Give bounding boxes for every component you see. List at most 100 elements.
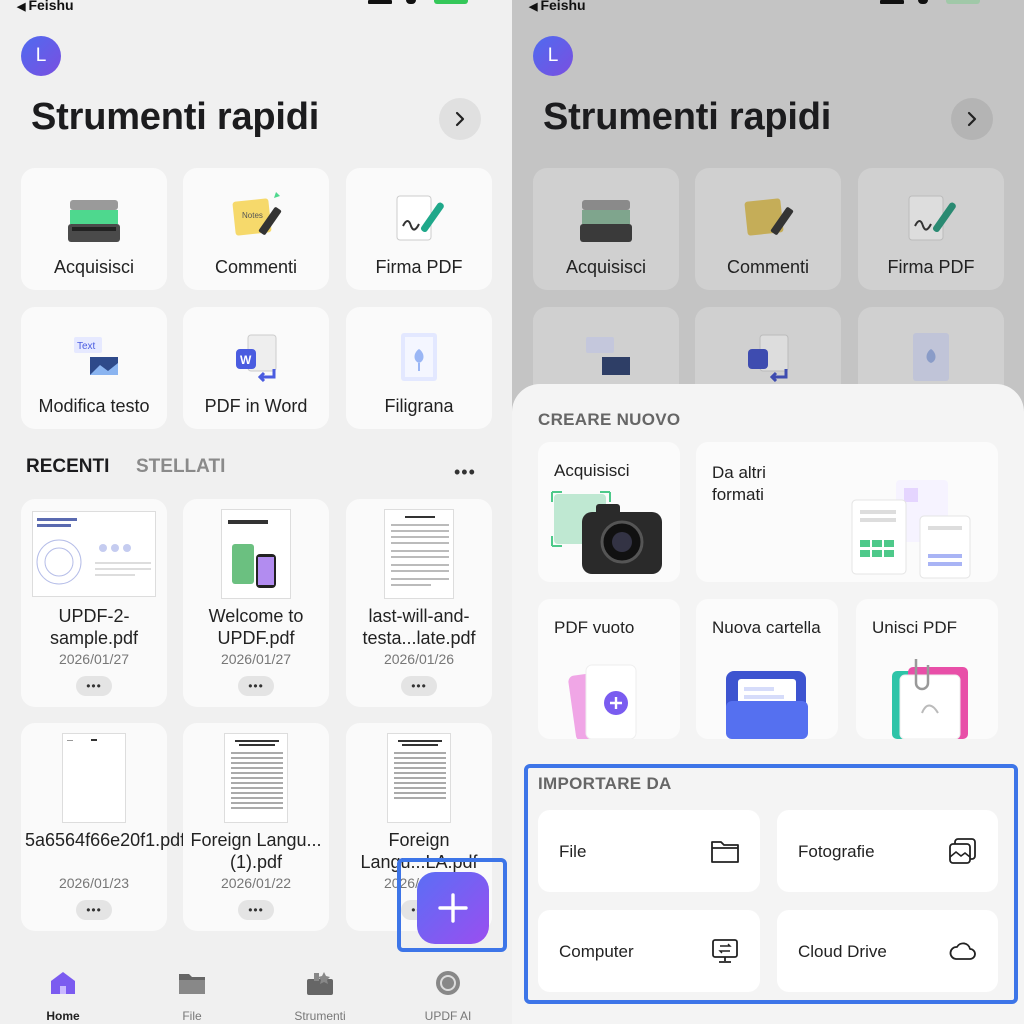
tool-comments[interactable]: Commenti	[695, 168, 841, 290]
back-arrow-icon: ◀	[529, 1, 538, 13]
page-title: Strumenti rapidi	[31, 96, 320, 138]
nav-file[interactable]: File	[142, 970, 242, 1023]
create-scan-card[interactable]: Acquisisci	[538, 442, 680, 582]
file-date: 2026/01/26	[383, 651, 455, 667]
file-card[interactable]: Welcome to UPDF.pdf 2026/01/27 •••	[183, 499, 329, 707]
watermark-icon	[913, 333, 949, 381]
file-card[interactable]: Foreign Langu...(1).pdf 2026/01/22 •••	[183, 723, 329, 931]
create-item-label: Nuova cartella	[712, 618, 821, 637]
document-preview-icon	[391, 516, 449, 586]
file-card[interactable]: UPDF-2-sample.pdf 2026/01/27 •••	[21, 499, 167, 707]
back-app-label: Feishu	[540, 0, 586, 13]
document-preview-icon	[36, 518, 151, 585]
file-card[interactable]: last-will-and-testa...late.pdf 2026/01/2…	[346, 499, 492, 707]
file-menu-button[interactable]: •••	[401, 676, 437, 696]
document-preview-icon	[67, 739, 97, 741]
word-icon	[748, 334, 789, 383]
create-blank-pdf-card[interactable]: PDF vuoto	[538, 599, 680, 739]
create-item-label: Acquisisci	[554, 461, 630, 480]
tool-watermark[interactable]: Filigrana	[346, 307, 492, 429]
scanner-icon	[68, 200, 120, 242]
battery-icon	[434, 0, 468, 4]
back-to-app-link[interactable]: ◀ Feishu	[529, 0, 586, 13]
file-menu-button[interactable]: •••	[238, 676, 274, 696]
wifi-icon	[406, 0, 416, 4]
create-section-title: CREARE NUOVO	[538, 410, 681, 429]
more-options-button[interactable]: •••	[454, 462, 476, 483]
avatar[interactable]: L	[533, 36, 573, 76]
documents-icon	[851, 480, 971, 579]
tool-label: Commenti	[726, 257, 810, 277]
nav-ai[interactable]: UPDF AI	[398, 970, 498, 1023]
signature-icon	[396, 195, 444, 241]
more-tools-button[interactable]	[951, 98, 993, 140]
file-date: 2026/01/27	[58, 651, 130, 667]
nav-label: Home	[46, 1009, 80, 1023]
tool-sign[interactable]: Firma PDF	[858, 168, 1004, 290]
file-thumbnail	[221, 509, 291, 599]
svg-text:Text: Text	[77, 341, 96, 352]
wifi-icon	[918, 0, 928, 4]
tab-starred[interactable]: STELLATI	[136, 456, 225, 478]
file-menu-button[interactable]: •••	[76, 676, 112, 696]
tool-edit-text[interactable]: Text Modifica testo	[21, 307, 167, 429]
signature-icon	[908, 195, 956, 241]
svg-text:W: W	[240, 353, 252, 367]
file-date: 2026/01/23	[58, 875, 130, 891]
tool-label: Acquisisci	[565, 257, 647, 277]
notes-icon	[744, 198, 794, 236]
new-folder-icon	[726, 671, 808, 739]
word-icon: W	[236, 334, 277, 383]
tab-recent[interactable]: RECENTI	[26, 456, 109, 478]
more-tools-button[interactable]	[439, 98, 481, 140]
notes-icon: Notes	[232, 192, 282, 236]
nav-label: Strumenti	[294, 1009, 346, 1023]
tool-label: PDF in Word	[204, 396, 308, 416]
create-item-label: Unisci PDF	[872, 618, 958, 637]
status-bar: ◀ Feishu	[512, 0, 1024, 14]
create-new-folder-card[interactable]: Nuova cartella	[696, 599, 838, 739]
file-menu-button[interactable]: •••	[76, 900, 112, 920]
nav-tools[interactable]: Strumenti	[270, 970, 370, 1023]
create-from-formats-card[interactable]: Da altri formati	[696, 442, 998, 582]
tool-label: Modifica testo	[38, 396, 150, 416]
create-item-label: Da altri formati	[712, 463, 766, 504]
svg-text:Notes: Notes	[242, 211, 263, 220]
edit-text-icon: Text	[74, 337, 118, 375]
tool-sign[interactable]: Firma PDF	[346, 168, 492, 290]
create-bottom-sheet: CREARE NUOVO Acquisisci Da altri formati	[512, 384, 1024, 1024]
back-app-label: Feishu	[28, 0, 74, 13]
document-preview-icon	[228, 520, 276, 588]
nav-label: UPDF AI	[424, 1009, 472, 1023]
back-arrow-icon: ◀	[17, 1, 26, 13]
back-to-app-link[interactable]: ◀ Feishu	[17, 0, 74, 13]
home-screen: ◀ Feishu L Strumenti rapidi Acquisisci No…	[0, 0, 512, 1024]
file-date: 2026/01/27	[220, 651, 292, 667]
tool-pdf-to-word[interactable]: W PDF in Word	[183, 307, 329, 429]
file-card[interactable]: 5a6564f66e20f1.pdf 2026/01/23 •••	[21, 723, 185, 931]
tool-comments[interactable]: Notes Commenti	[183, 168, 329, 290]
home-icon	[51, 972, 75, 994]
avatar[interactable]: L	[21, 36, 61, 76]
nav-home[interactable]: Home	[13, 970, 113, 1023]
document-preview-icon	[231, 740, 283, 809]
blank-pdf-icon	[568, 664, 637, 739]
tool-scan[interactable]: Acquisisci	[21, 168, 167, 290]
file-menu-button[interactable]: •••	[238, 900, 274, 920]
ai-icon	[436, 971, 460, 995]
file-name: last-will-and-testa...late.pdf	[362, 606, 476, 648]
camera-icon	[551, 491, 662, 574]
tool-label: Commenti	[214, 257, 298, 277]
create-merge-pdf-card[interactable]: Unisci PDF	[856, 599, 998, 739]
merge-pdf-icon	[892, 659, 968, 739]
create-sheet-screen: ◀ Feishu L Strumenti rapidi Acquisisci Co…	[512, 0, 1024, 1024]
tool-scan[interactable]: Acquisisci	[533, 168, 679, 290]
watermark-icon	[401, 333, 437, 381]
file-thumbnail	[224, 733, 288, 823]
file-date: 2026/01/22	[220, 875, 292, 891]
file-thumbnail	[62, 733, 126, 823]
toolbox-icon	[307, 972, 333, 995]
edit-text-icon	[586, 337, 630, 375]
highlight-box	[397, 858, 507, 952]
file-name: Welcome to UPDF.pdf	[208, 606, 304, 648]
